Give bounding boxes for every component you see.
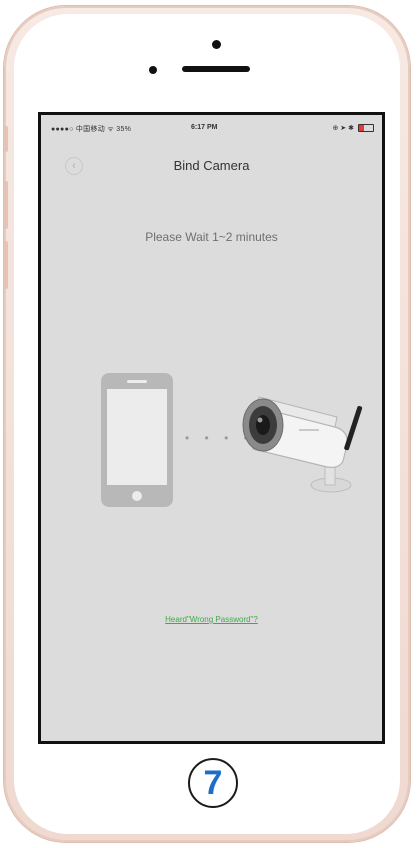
phone-screen: ●●●●○ 中国移动 ᯤ 35% 6:17 PM ⊕ ➤ ✱ ‹ Bind Ca… bbox=[38, 112, 385, 744]
illustration-speaker bbox=[127, 380, 147, 383]
status-icons: ⊕ ➤ ✱ bbox=[332, 125, 355, 132]
illustration-home-button bbox=[132, 491, 142, 501]
app-screen: ●●●●○ 中国移动 ᯤ 35% 6:17 PM ⊕ ➤ ✱ ‹ Bind Ca… bbox=[41, 115, 382, 741]
wait-message: Please Wait 1~2 minutes bbox=[145, 230, 278, 244]
home-button-step-badge: 7 bbox=[188, 758, 238, 808]
status-time: 6:17 PM bbox=[191, 124, 218, 131]
status-bar: ●●●●○ 中国移动 ᯤ 35% 6:17 PM ⊕ ➤ ✱ bbox=[41, 115, 382, 137]
front-camera-icon bbox=[212, 40, 221, 49]
screenshot-stage: ●●●●○ 中国移动 ᯤ 35% 6:17 PM ⊕ ➤ ✱ ‹ Bind Ca… bbox=[0, 0, 417, 848]
volume-down-button bbox=[4, 241, 8, 289]
battery-level bbox=[359, 125, 364, 131]
battery-icon bbox=[358, 124, 374, 132]
step-number: 7 bbox=[203, 764, 223, 802]
illustration-screen bbox=[107, 389, 167, 485]
mute-switch bbox=[4, 126, 8, 152]
carrier-signal: ●●●●○ 中国移动 ᯤ 35% bbox=[51, 126, 132, 133]
security-camera-icon bbox=[242, 396, 363, 493]
page-title: Bind Camera bbox=[173, 158, 250, 173]
wrong-password-link[interactable]: Heard"Wrong Password"? bbox=[41, 615, 382, 624]
proximity-sensor-icon bbox=[149, 66, 157, 74]
earpiece-speaker bbox=[182, 66, 250, 72]
volume-up-button bbox=[4, 181, 8, 229]
smartphone-illustration-icon bbox=[101, 373, 173, 507]
